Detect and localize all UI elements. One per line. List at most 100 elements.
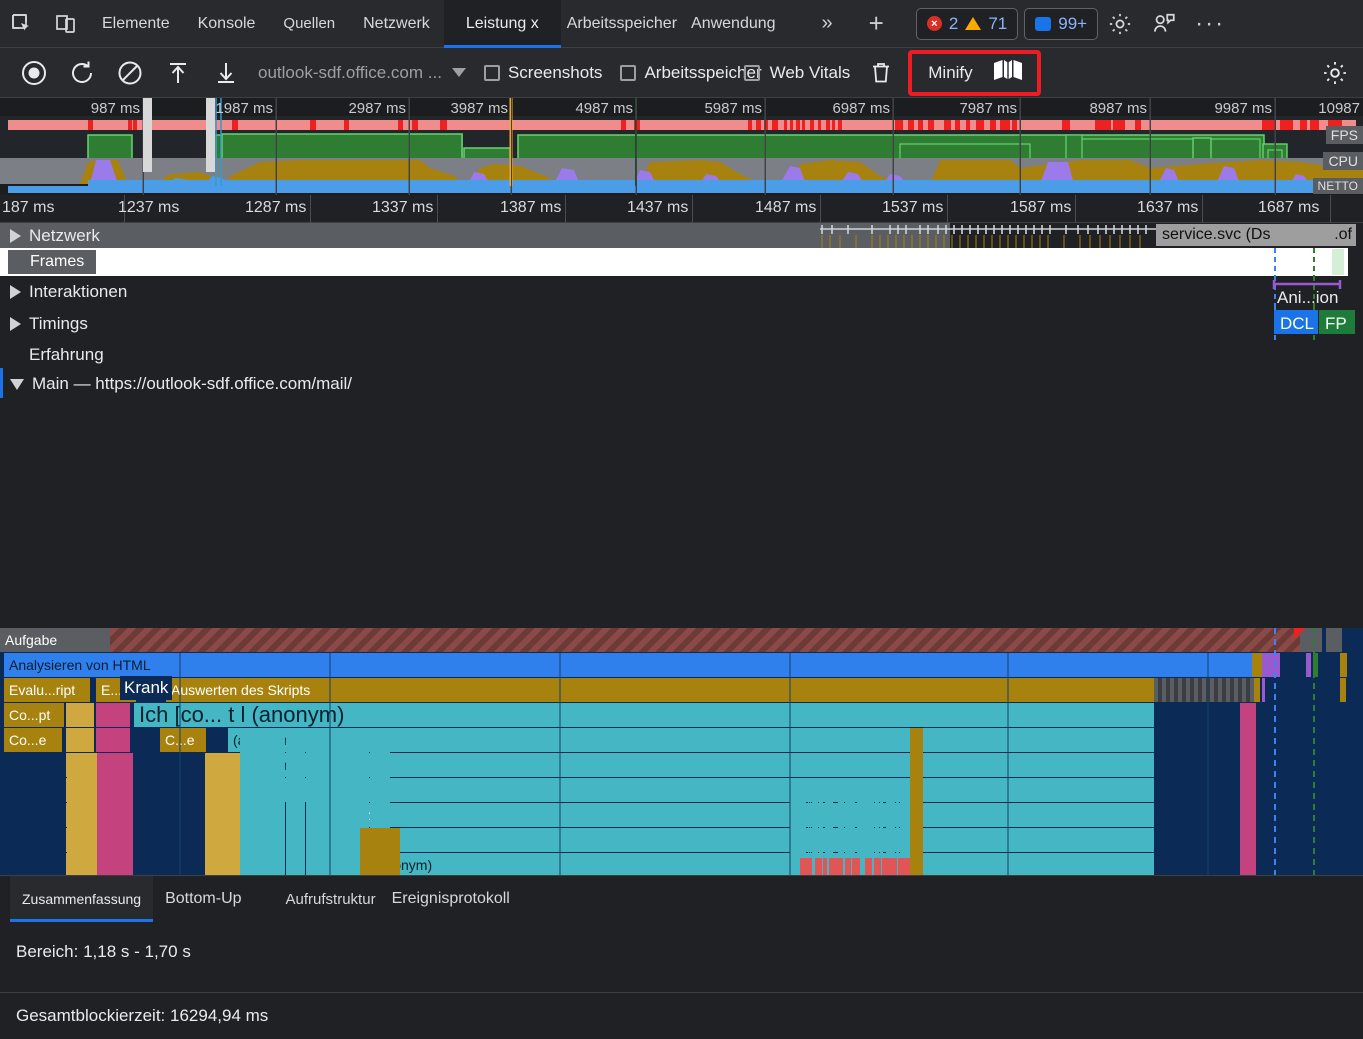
track-label-frames[interactable]: Frames (8, 250, 96, 274)
flame-bar[interactable]: Evalu...ript (4, 678, 90, 702)
add-tab-button[interactable]: + (859, 8, 894, 39)
flame-bar-unlabeled[interactable] (1252, 653, 1262, 677)
flame-bar-unlabeled[interactable] (1340, 653, 1347, 677)
checkbox-box (744, 65, 760, 81)
tab-bottom-up[interactable]: Bottom-Up (153, 876, 253, 922)
save-profile-icon[interactable] (202, 49, 250, 97)
customize-devtools-icon[interactable] (1142, 11, 1186, 37)
flame-bar[interactable]: (anonym) (368, 853, 1154, 875)
flame-sliver (75, 753, 76, 875)
capture-settings-gear-icon[interactable] (1321, 59, 1363, 87)
tab-aufrufstruktur[interactable]: Aufrufstruktur (274, 876, 388, 922)
flame-sliver (900, 858, 903, 875)
flame-sliver (282, 728, 285, 875)
target-url-select[interactable]: outlook-sdf.office.com ... (258, 63, 466, 83)
flame-bar-unlabeled[interactable] (1326, 628, 1342, 652)
flame-sliver (856, 858, 860, 875)
issues-counter[interactable]: × 2 71 (916, 8, 1018, 40)
minify-button[interactable]: Minify (908, 50, 1040, 96)
track-label-netzwerk[interactable]: Netzwerk (0, 224, 110, 247)
track-main[interactable]: Main — https://outlook-sdf.office.com/ma… (0, 370, 1363, 398)
flame-bar[interactable]: Ich [co... t l (anonym) (134, 703, 1154, 727)
tab-quellen[interactable]: Quellen (269, 0, 349, 48)
screenshots-checkbox[interactable]: Screenshots (484, 63, 603, 83)
overview-tick: 7987 ms (1020, 98, 1021, 195)
flame-bar-unlabeled[interactable] (110, 628, 1300, 652)
flame-bar[interactable]: E... (96, 678, 136, 702)
flame-sliver (1248, 703, 1251, 875)
trash-icon[interactable] (868, 60, 894, 86)
flame-bar-unlabeled[interactable] (1306, 653, 1311, 677)
track-label-interaktionen[interactable]: Interaktionen (0, 276, 127, 308)
flame-sliver (370, 828, 372, 875)
messages-counter[interactable]: 99+ (1024, 8, 1098, 40)
track-frames[interactable]: Frames (0, 248, 1363, 276)
track-erfahrung[interactable]: Erfahrung (0, 340, 1363, 370)
flame-bar[interactable]: Aufgabe (0, 628, 110, 652)
load-profile-icon[interactable] (154, 49, 202, 97)
tab-leistung[interactable]: Leistung x (444, 0, 561, 48)
inspect-element-icon[interactable] (0, 0, 44, 48)
track-label-timings[interactable]: Timings (0, 308, 88, 340)
tab-zusammenfassung[interactable]: Zusammenfassung (10, 876, 153, 922)
record-icon[interactable] (10, 49, 58, 97)
flame-bar-unlabeled[interactable] (1340, 678, 1346, 702)
tab-arbeitsspeicher[interactable]: Arbeitsspeicher (561, 0, 683, 48)
range-label: Bereich: 1,18 s - 1,70 s (0, 928, 1363, 962)
flame-sliver (292, 728, 293, 875)
more-tabs-button[interactable]: » (810, 12, 845, 35)
flame-sliver (353, 728, 357, 875)
flame-bar-unlabeled[interactable] (1300, 628, 1322, 652)
track-interaktionen[interactable]: Interaktionen Ani...ion (0, 276, 1363, 308)
track-name: Main — https://outlook-sdf.office.com/ma… (32, 374, 352, 394)
track-timings[interactable]: Timings DCL FP (0, 308, 1363, 340)
flame-bar-unlabeled[interactable] (66, 728, 94, 752)
tab-netzwerk[interactable]: Netzwerk (349, 0, 444, 48)
tab-ereignisprotokoll[interactable]: Ereignisprotokoll (380, 876, 522, 922)
tab-elemente[interactable]: Elemente (88, 0, 184, 48)
overview-window-left-handle[interactable] (143, 98, 152, 172)
memory-checkbox[interactable]: Arbeitsspeicher (620, 63, 761, 83)
tab-konsole[interactable]: Konsole (184, 0, 270, 48)
flame-bar[interactable]: Analysieren von HTML (4, 653, 1252, 677)
track-label-erfahrung[interactable]: Erfahrung (0, 340, 104, 370)
more-options-icon[interactable]: ··· (1186, 10, 1239, 38)
flame-sliver (69, 753, 70, 875)
flame-bar-unlabeled[interactable] (66, 703, 94, 727)
track-label-main[interactable]: Main — https://outlook-sdf.office.com/ma… (0, 370, 352, 398)
ruler-divider (1330, 195, 1331, 223)
flame-bar[interactable]: Co...e (4, 728, 62, 752)
ruler-divider (820, 195, 821, 223)
clear-icon[interactable] (106, 49, 154, 97)
flame-bar-unlabeled[interactable] (96, 703, 130, 727)
timeline-tracks[interactable]: service.svc (Ds .of Netzwerk Frames (0, 223, 1363, 875)
map-icon (993, 59, 1023, 86)
flame-bar-unlabeled[interactable] (1254, 678, 1260, 702)
flame-bar-unlabeled[interactable] (1262, 653, 1280, 677)
flame-bar[interactable]: Ye (368, 828, 1154, 852)
flame-bar[interactable]: Co...pt (4, 703, 64, 727)
reload-and-record-icon[interactable] (58, 49, 106, 97)
network-request-chip[interactable]: service.svc (Ds .of (1156, 224, 1356, 246)
device-toolbar-icon[interactable] (44, 0, 88, 48)
overview-lane-label-fps: FPS (1326, 126, 1363, 144)
webvitals-checkbox[interactable]: Web Vitals (758, 63, 851, 83)
tab-anwendung[interactable]: Anwendung (683, 0, 784, 48)
flame-bar[interactable]: ct (360, 803, 1154, 827)
flame-sliver (318, 728, 319, 875)
flame-bar-unlabeled[interactable] (1313, 653, 1318, 677)
flame-bar[interactable]: Auswerten des Skripts (166, 678, 1154, 702)
flame-sliver (346, 728, 347, 875)
overview-window-right-handle[interactable] (206, 98, 215, 172)
flame-bar-unlabeled[interactable] (1262, 678, 1265, 702)
timeline-overview[interactable]: 987 ms 1987 ms 2987 ms 3987 ms 4987 ms 5… (0, 98, 1363, 195)
ruler-label: 1237 ms (118, 199, 179, 217)
flame-bar-unlabeled[interactable] (1154, 678, 1254, 702)
flame-bar-unlabeled[interactable] (96, 728, 130, 752)
flame-chart[interactable]: AufgabeAnalysieren von HTMLEvalu...riptE… (0, 628, 1363, 875)
flame-bar[interactable]: C...e (160, 728, 206, 752)
track-netzwerk[interactable]: service.svc (Ds .of Netzwerk (0, 223, 1363, 248)
overview-lane-label-cpu: CPU (1323, 152, 1363, 170)
chevron-right-icon (10, 229, 21, 243)
settings-gear-icon[interactable] (1098, 11, 1142, 37)
